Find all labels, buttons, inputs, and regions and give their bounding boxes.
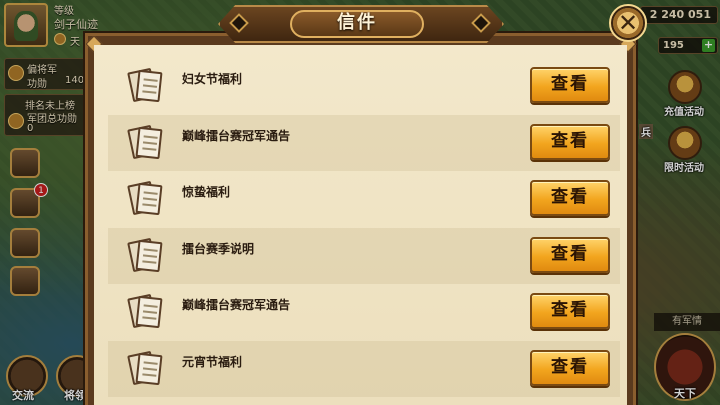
mail-row[interactable]: 元宵节福利 查看 [108, 340, 620, 397]
letter-icon [127, 350, 163, 385]
dialog-title: 信件 [337, 12, 377, 33]
mail-title: 巅峰擂台赛冠军通告 [182, 128, 291, 143]
view-button[interactable]: 查看 [530, 123, 610, 160]
close-button[interactable]: ✕ [609, 4, 647, 42]
mail-row[interactable]: 擂台赛季说明 查看 [108, 227, 620, 284]
view-button[interactable]: 查看 [530, 180, 610, 216]
letter-icon [127, 237, 163, 272]
mail-row[interactable]: 巅峰擂台赛冠军通告 查看 [108, 114, 620, 171]
mail-title: 惊蛰福利 [182, 185, 231, 199]
mail-title: 妇女节福利 [182, 72, 243, 86]
mail-row[interactable]: 惊蛰福利 查看 [108, 171, 620, 228]
view-button[interactable]: 查看 [530, 293, 610, 329]
letter-icon [127, 293, 163, 329]
mail-row[interactable]: 妇女节福利 查看 [108, 58, 620, 115]
letter-icon [127, 67, 163, 103]
view-button[interactable]: 查看 [530, 349, 610, 386]
mail-title: 擂台赛季说明 [182, 241, 255, 256]
close-icon: ✕ [617, 9, 639, 37]
mail-title: 巅峰擂台赛冠军通告 [182, 298, 291, 312]
mail-title: 元宵节福利 [182, 354, 243, 369]
letter-icon [127, 124, 163, 159]
mail-row[interactable]: 巅峰擂台赛冠军通告 查看 [108, 284, 620, 341]
view-button[interactable]: 查看 [530, 236, 610, 273]
view-button[interactable]: 查看 [530, 67, 610, 103]
mail-list: 妇女节福利 查看 巅峰擂台赛冠军通告 查看 惊蛰福利 查看 擂台赛季说明 查看 … [108, 58, 620, 397]
letter-icon [127, 180, 163, 216]
